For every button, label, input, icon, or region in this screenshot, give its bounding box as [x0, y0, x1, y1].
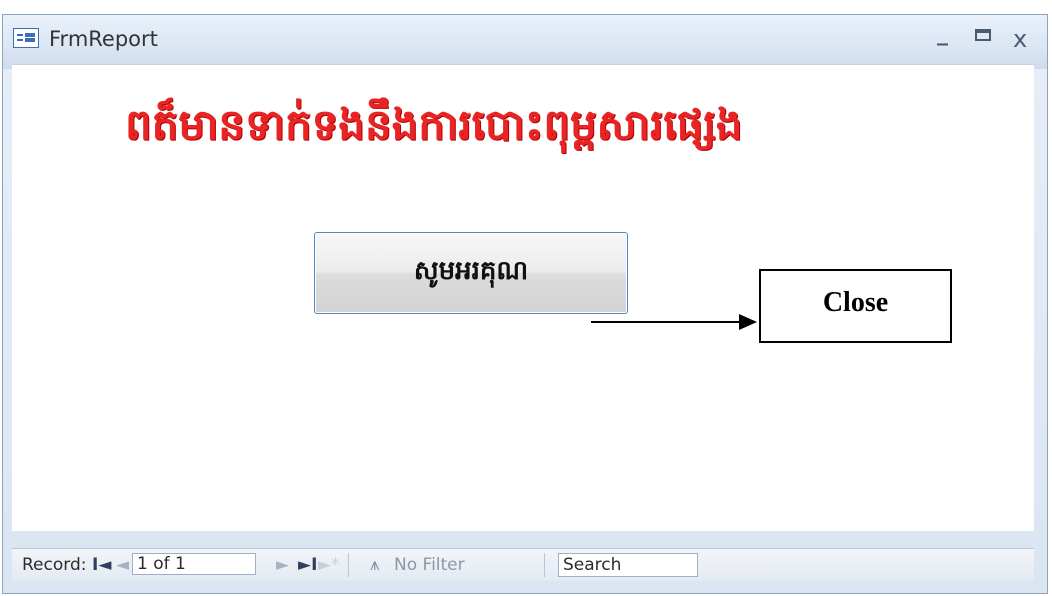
- filter-separator: [544, 553, 545, 577]
- first-record-button[interactable]: I◄: [92, 555, 111, 575]
- callout-arrow-line: [591, 321, 741, 323]
- close-callout-box: Close: [759, 269, 952, 343]
- filter-toggle[interactable]: No Filter: [394, 555, 465, 575]
- callout-arrow-head: [739, 314, 757, 330]
- title-bar[interactable]: FrmReport _ x: [3, 15, 1047, 69]
- current-record-field[interactable]: 1 of 1: [132, 553, 256, 575]
- minimize-button[interactable]: _: [937, 21, 948, 46]
- maximize-button[interactable]: [975, 29, 991, 41]
- previous-record-button[interactable]: ◄: [116, 555, 129, 575]
- close-button[interactable]: x: [1013, 25, 1027, 53]
- last-record-button[interactable]: ►I: [298, 555, 317, 575]
- record-navigation-bar: Record: I◄ ◄ 1 of 1 ► ►I ►* ⩚ No Filter …: [12, 548, 1034, 581]
- new-record-button[interactable]: ►*: [318, 555, 340, 575]
- next-record-button[interactable]: ►: [276, 555, 289, 575]
- record-label: Record:: [22, 555, 87, 575]
- form-icon: [13, 28, 39, 48]
- nav-separator: [348, 553, 349, 577]
- thanks-button[interactable]: សូមអរគុណ: [314, 232, 628, 314]
- funnel-icon: ⩚: [370, 555, 380, 575]
- search-input[interactable]: Search: [558, 553, 698, 577]
- form-heading: ពត៏មានទាក់ទងនឹងការបោះពុម្ពសារផ្សេង: [125, 100, 743, 149]
- window-title: FrmReport: [49, 27, 158, 51]
